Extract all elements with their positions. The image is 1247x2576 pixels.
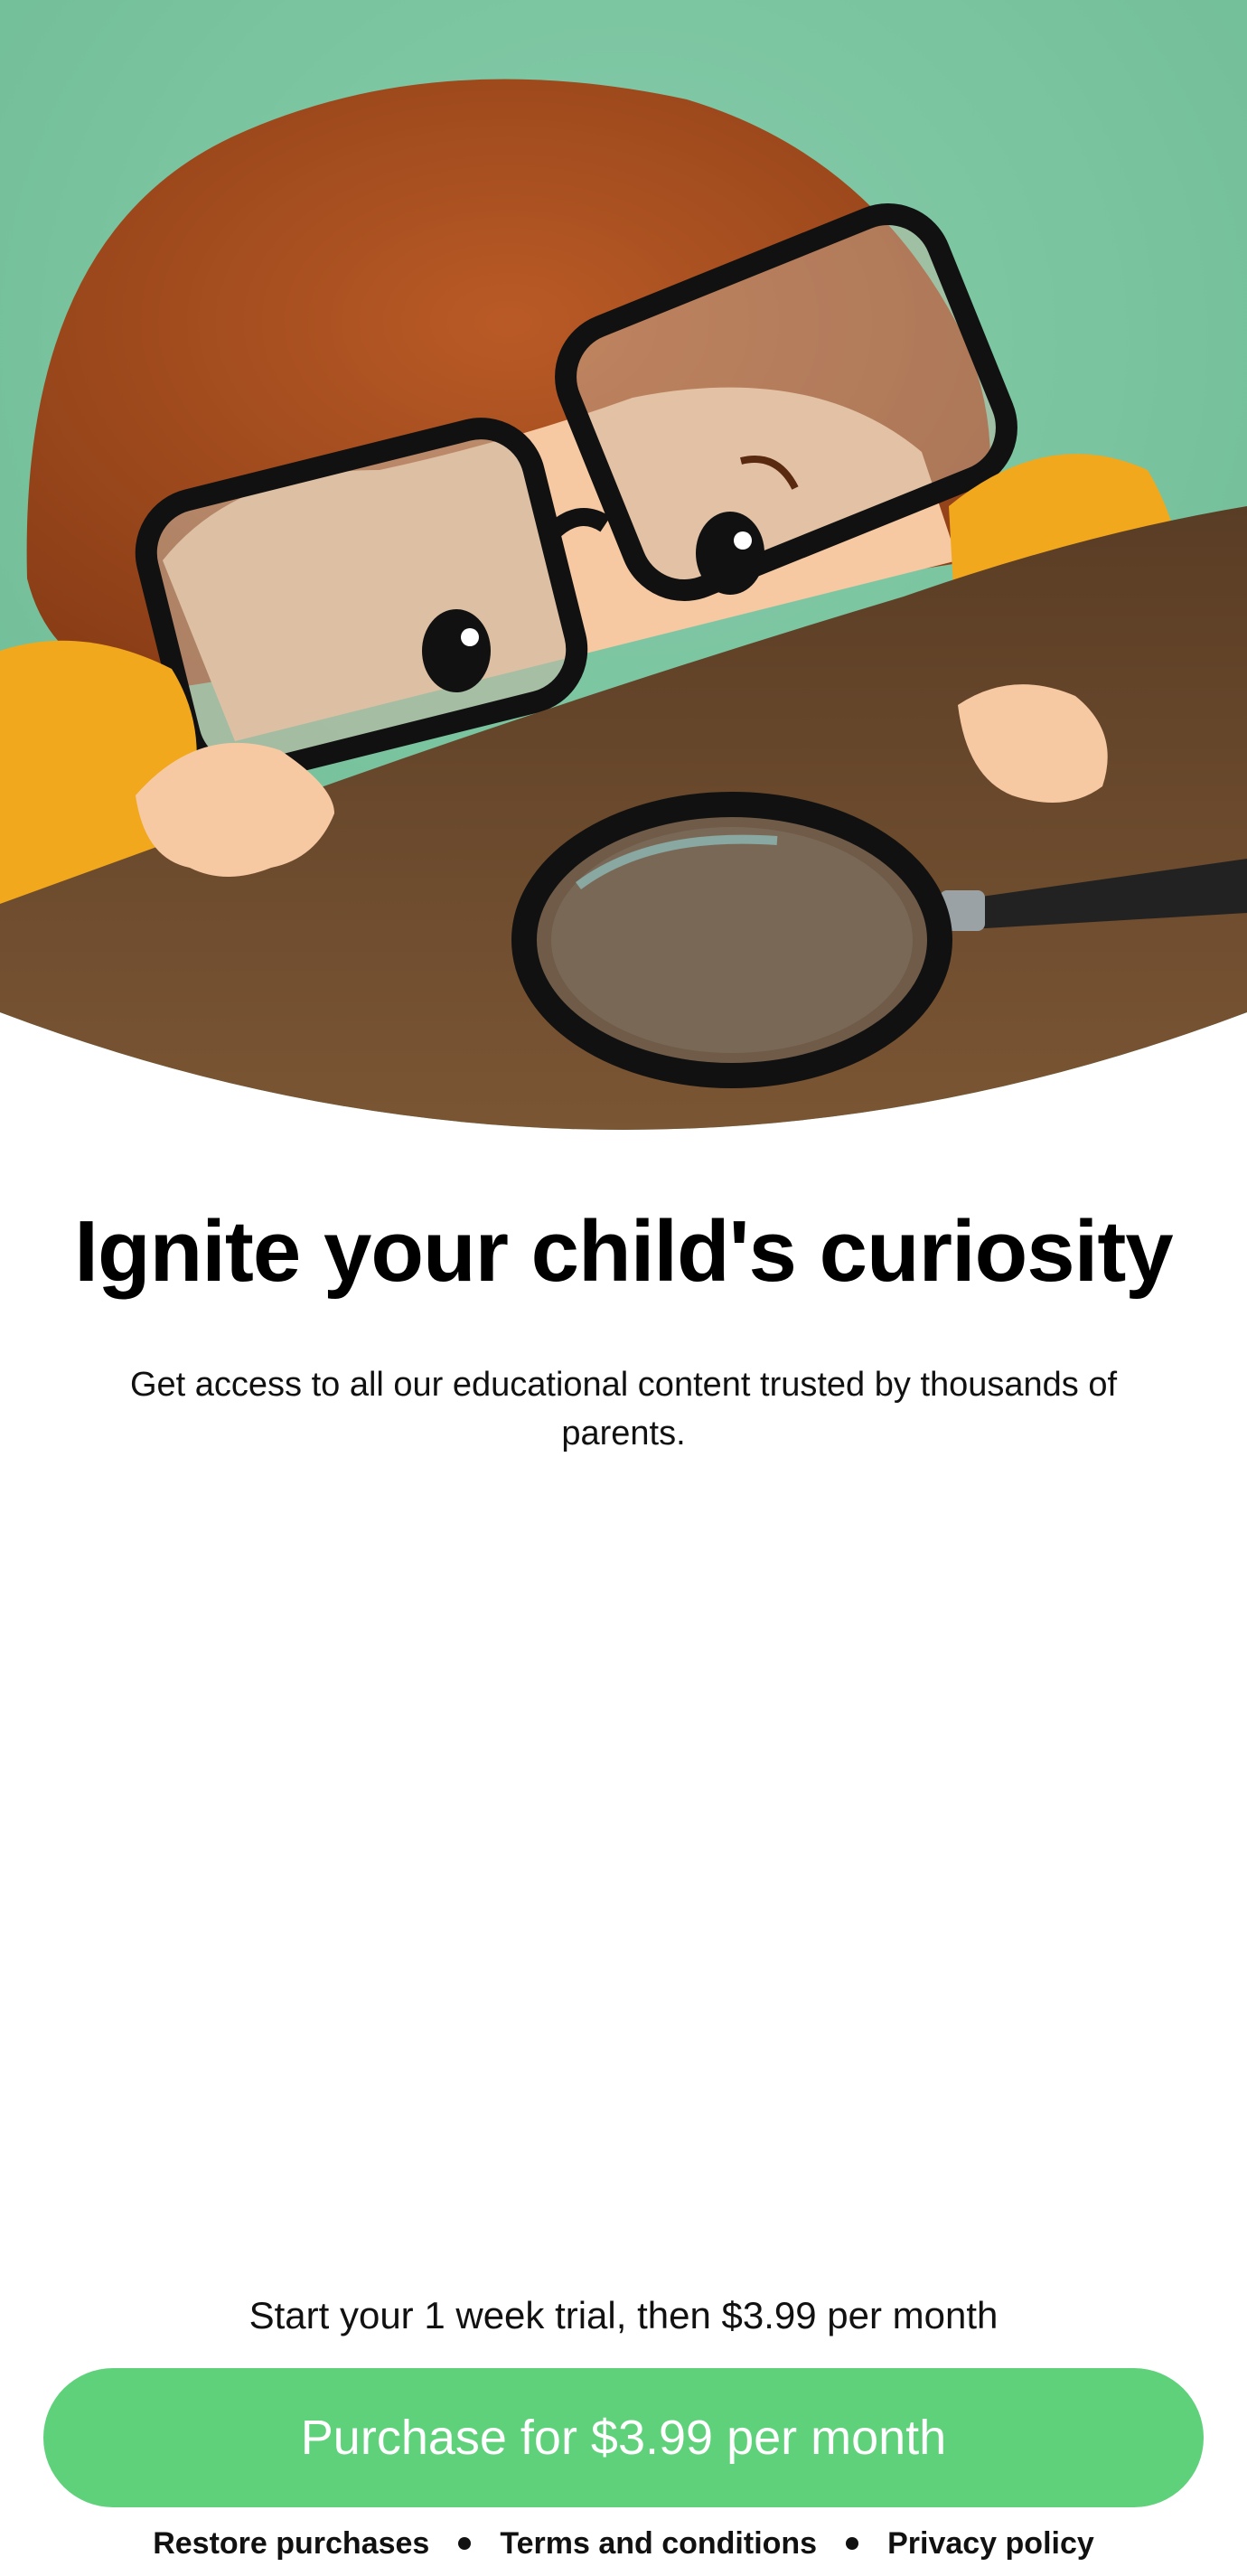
- page-title: Ignite your child's curiosity: [74, 1203, 1173, 1300]
- terms-link[interactable]: Terms and conditions: [500, 2526, 817, 2562]
- subtitle-text: Get access to all our educational conten…: [129, 1366, 1118, 1453]
- purchase-button[interactable]: Purchase for $3.99 per month: [43, 2368, 1204, 2507]
- child-magnifier-illustration: [0, 0, 1247, 1130]
- restore-purchases-link[interactable]: Restore purchases: [153, 2526, 429, 2562]
- trial-info-text: Start your 1 week trial, then $3.99 per …: [248, 2294, 999, 2336]
- footer-links: Restore purchases Terms and conditions P…: [0, 2518, 1247, 2569]
- separator-dot: [846, 2537, 859, 2550]
- privacy-link[interactable]: Privacy policy: [887, 2526, 1094, 2562]
- hero-illustration: [0, 0, 1247, 1139]
- separator-dot: [458, 2537, 472, 2550]
